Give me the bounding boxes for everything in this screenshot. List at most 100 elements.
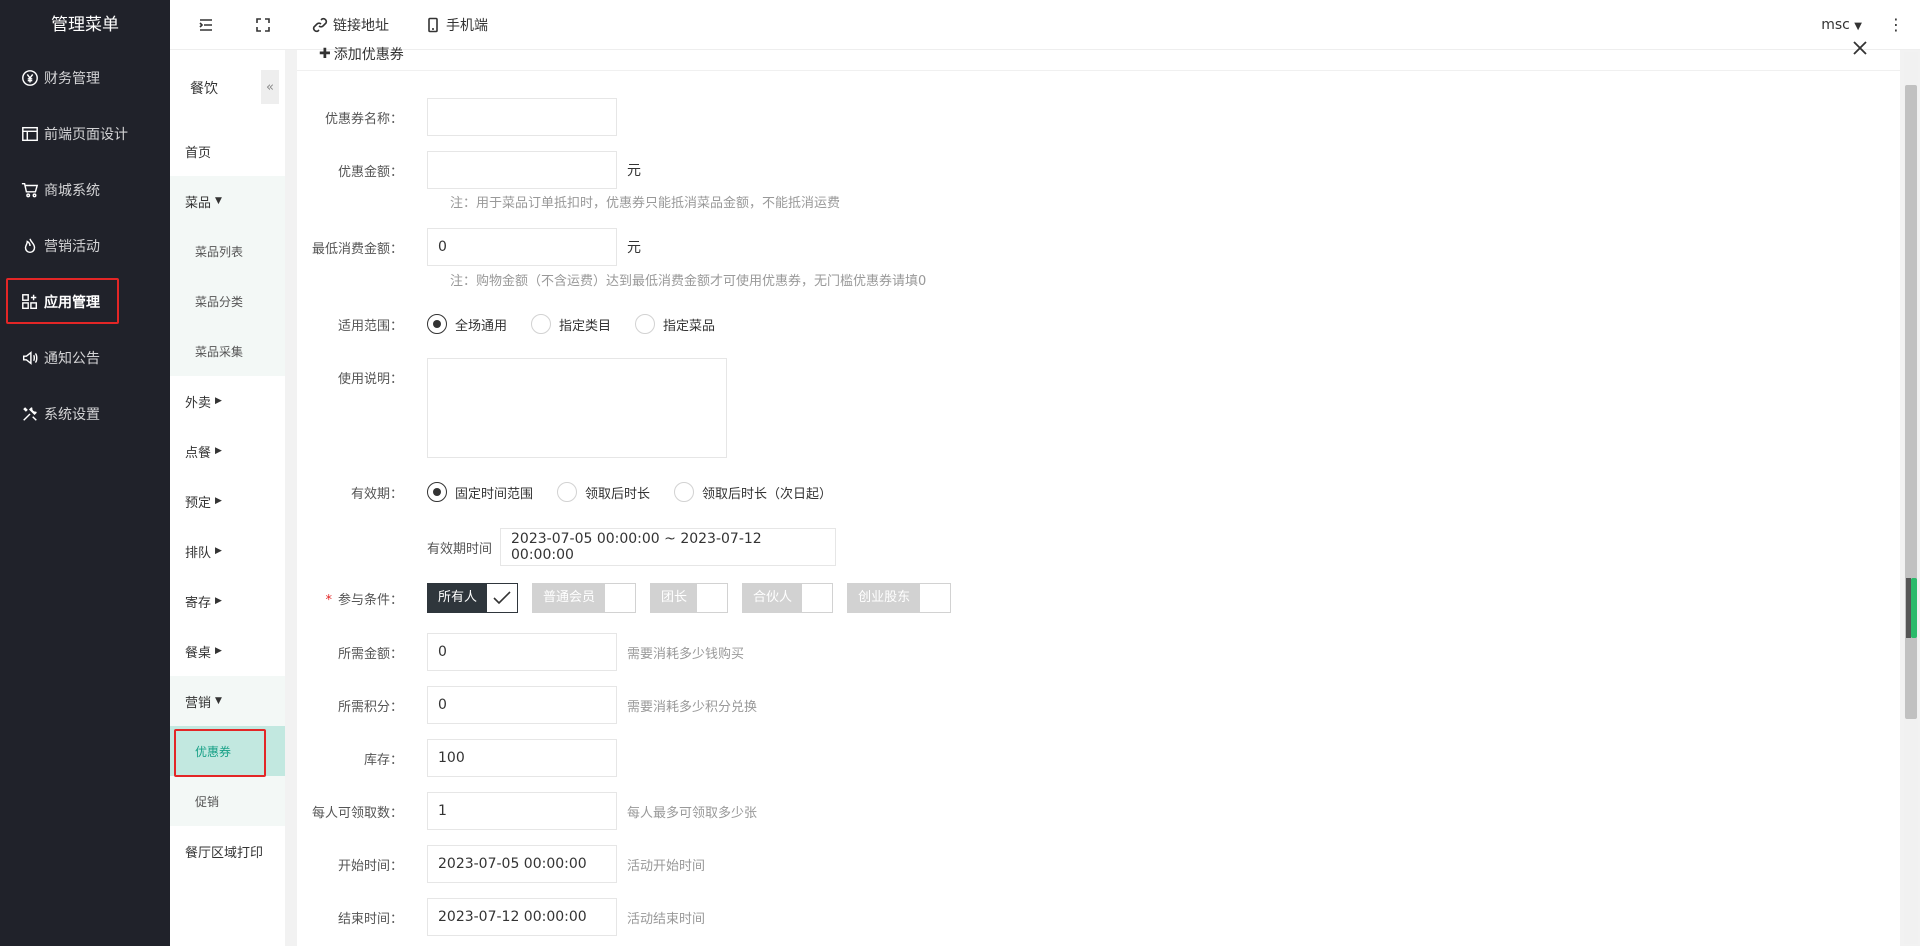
caret-down-icon: ▼: [215, 696, 222, 706]
sidebar-item-mall[interactable]: 商城系统: [0, 162, 170, 218]
username: msc: [1821, 16, 1850, 33]
scope-radio-category[interactable]: 指定类目: [531, 314, 611, 334]
scope-radio-all[interactable]: 全场通用: [427, 314, 507, 334]
subnav-item-dishes[interactable]: 菜品 ▼: [170, 176, 285, 226]
topbar-right: msc ▼ ⋮: [1811, 15, 1920, 34]
condition-partner[interactable]: 合伙人: [742, 583, 834, 613]
subnav-item-label: 营销: [185, 695, 212, 711]
condition-everyone[interactable]: 所有人: [427, 583, 519, 613]
need-amount-input[interactable]: 0: [427, 633, 617, 671]
subnav-item-marketing[interactable]: 营销 ▼: [170, 676, 285, 726]
fullscreen-button[interactable]: [237, 0, 294, 50]
subnav-item-promotion[interactable]: 促销: [170, 776, 285, 826]
subnav-item-label: 餐厅区域打印: [185, 845, 264, 861]
more-button[interactable]: ⋮: [1872, 15, 1920, 34]
validity-time-input[interactable]: 2023-07-05 00:00:00 ~ 2023-07-12 00:00:0…: [500, 528, 837, 566]
radio-label: 领取后时长（次日起）: [702, 486, 833, 502]
field-hint: 每人最多可领取多少张: [627, 805, 758, 821]
sidebar-item-finance[interactable]: 财务管理: [0, 50, 170, 106]
row-coupon-name: 优惠券名称：: [297, 98, 1497, 136]
toggle-menu-button[interactable]: [170, 0, 237, 50]
field-hint: 需要消耗多少积分兑换: [627, 699, 758, 715]
radio-label: 指定菜品: [663, 318, 716, 334]
tools-icon: [20, 404, 40, 424]
sidebar-item-frontend-design[interactable]: 前端页面设计: [0, 106, 170, 162]
coupon-name-input[interactable]: [427, 98, 617, 136]
close-button[interactable]: [1852, 40, 1872, 60]
subnav-item-coupon[interactable]: 优惠券: [170, 726, 285, 776]
field-label: 开始时间：: [337, 858, 403, 874]
need-points-input[interactable]: 0: [427, 686, 617, 724]
link-address-label: 链接地址: [333, 17, 389, 34]
start-time-input[interactable]: 2023-07-05 00:00:00: [427, 845, 617, 883]
per-person-input[interactable]: 1: [427, 792, 617, 830]
subnav-item-order[interactable]: 点餐 ▶: [170, 426, 285, 476]
row-min-consume: 最低消费金额： 0 元: [297, 228, 1497, 266]
caret-right-icon: ▶: [215, 646, 222, 656]
min-consume-input[interactable]: 0: [427, 228, 617, 266]
subnav-item-label: 外卖: [185, 395, 212, 411]
radio-label: 全场通用: [455, 318, 508, 334]
field-label: 库存：: [363, 752, 403, 768]
validity-radio-fixed[interactable]: 固定时间范围: [427, 482, 533, 502]
subnav-item-dish-list[interactable]: 菜品列表: [170, 226, 285, 276]
checkbox-box: [605, 584, 636, 612]
subnav-item-takeout[interactable]: 外卖 ▶: [170, 376, 285, 426]
row-stock: 库存： 100: [297, 739, 1497, 777]
subnav-item-table[interactable]: 餐桌 ▶: [170, 626, 285, 676]
condition-shareholder[interactable]: 创业股东: [847, 583, 952, 613]
coupon-amount-input[interactable]: [427, 151, 617, 189]
main-sidebar: 管理菜单 财务管理 前端页面设计 商城系统 营销活动 应用管理 通知公告 系统设…: [0, 0, 170, 946]
row-conditions: * 参与条件： 所有人 普通会员 团长 合伙人 创业股东: [297, 583, 1497, 613]
validity-radio-after-claim-next-day[interactable]: 领取后时长（次日起）: [674, 482, 832, 502]
description-textarea[interactable]: [427, 358, 727, 458]
end-time-input[interactable]: 2023-07-12 00:00:00: [427, 898, 617, 936]
sidebar-item-label: 财务管理: [44, 71, 100, 87]
scope-radio-dish[interactable]: 指定菜品: [635, 314, 715, 334]
unit-label: 元: [627, 240, 641, 256]
subnav-item-label: 餐桌: [185, 645, 212, 661]
radio-icon: [635, 314, 656, 334]
field-label-text: 参与条件：: [337, 592, 403, 608]
checkbox-label: 所有人: [428, 584, 488, 612]
condition-member[interactable]: 普通会员: [532, 583, 637, 613]
field-label: 每人可领取数：: [311, 805, 403, 821]
row-need-points: 所需积分： 0 需要消耗多少积分兑换: [297, 686, 1497, 724]
subnav-item-storage[interactable]: 寄存 ▶: [170, 576, 285, 626]
subnav-item-dish-category[interactable]: 菜品分类: [170, 276, 285, 326]
checkbox-box: [487, 584, 518, 612]
user-menu[interactable]: msc ▼: [1811, 17, 1872, 33]
subnav-item-label: 菜品采集: [195, 344, 244, 359]
subnav-item-label: 排队: [185, 545, 212, 561]
caret-right-icon: ▶: [215, 496, 222, 506]
collapse-subnav-button[interactable]: «: [261, 70, 279, 104]
subnav-item-print[interactable]: 餐厅区域打印: [170, 826, 285, 876]
panel-title: 添加优惠券: [333, 47, 404, 63]
subnav-item-dish-collect[interactable]: 菜品采集: [170, 326, 285, 376]
check-icon: [493, 591, 511, 605]
radio-icon: [557, 482, 578, 502]
sidebar-item-settings[interactable]: 系统设置: [0, 386, 170, 442]
subnav-item-home[interactable]: 首页: [170, 126, 285, 176]
sidebar-item-app-management[interactable]: 应用管理: [0, 274, 170, 330]
checkbox-box: [920, 584, 951, 612]
subnav-item-reserve[interactable]: 预定 ▶: [170, 476, 285, 526]
link-icon: [312, 17, 328, 32]
required-mark: *: [325, 592, 332, 608]
sidebar-item-label: 应用管理: [44, 295, 100, 311]
validity-radio-after-claim[interactable]: 领取后时长: [557, 482, 650, 502]
subnav-item-queue[interactable]: 排队 ▶: [170, 526, 285, 576]
row-scope: 适用范围： 全场通用 指定类目 指定菜品: [297, 314, 1497, 334]
stock-input[interactable]: 100: [427, 739, 617, 777]
subnav-item-label: 寄存: [185, 595, 212, 611]
condition-leader[interactable]: 团长: [650, 583, 729, 613]
yen-circle-icon: [20, 68, 40, 88]
sidebar-item-marketing[interactable]: 营销活动: [0, 218, 170, 274]
field-label: 使用说明：: [337, 372, 403, 387]
subnav-title: 餐饮 «: [170, 50, 285, 126]
scroll-indicator-green: [1911, 578, 1917, 638]
radio-icon: [531, 314, 552, 334]
flame-icon: [20, 236, 40, 256]
sidebar-item-notice[interactable]: 通知公告: [0, 330, 170, 386]
add-coupon-panel: ✚ 添加优惠券 优惠券名称： 优惠金额： 元 注：用于菜品订单抵扣时，优惠券只能…: [297, 41, 1900, 946]
